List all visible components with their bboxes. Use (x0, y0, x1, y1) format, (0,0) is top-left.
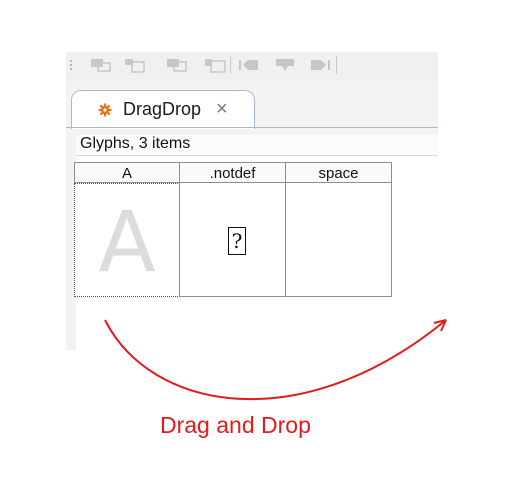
drag-and-drop-caption: Drag and Drop (160, 412, 311, 438)
